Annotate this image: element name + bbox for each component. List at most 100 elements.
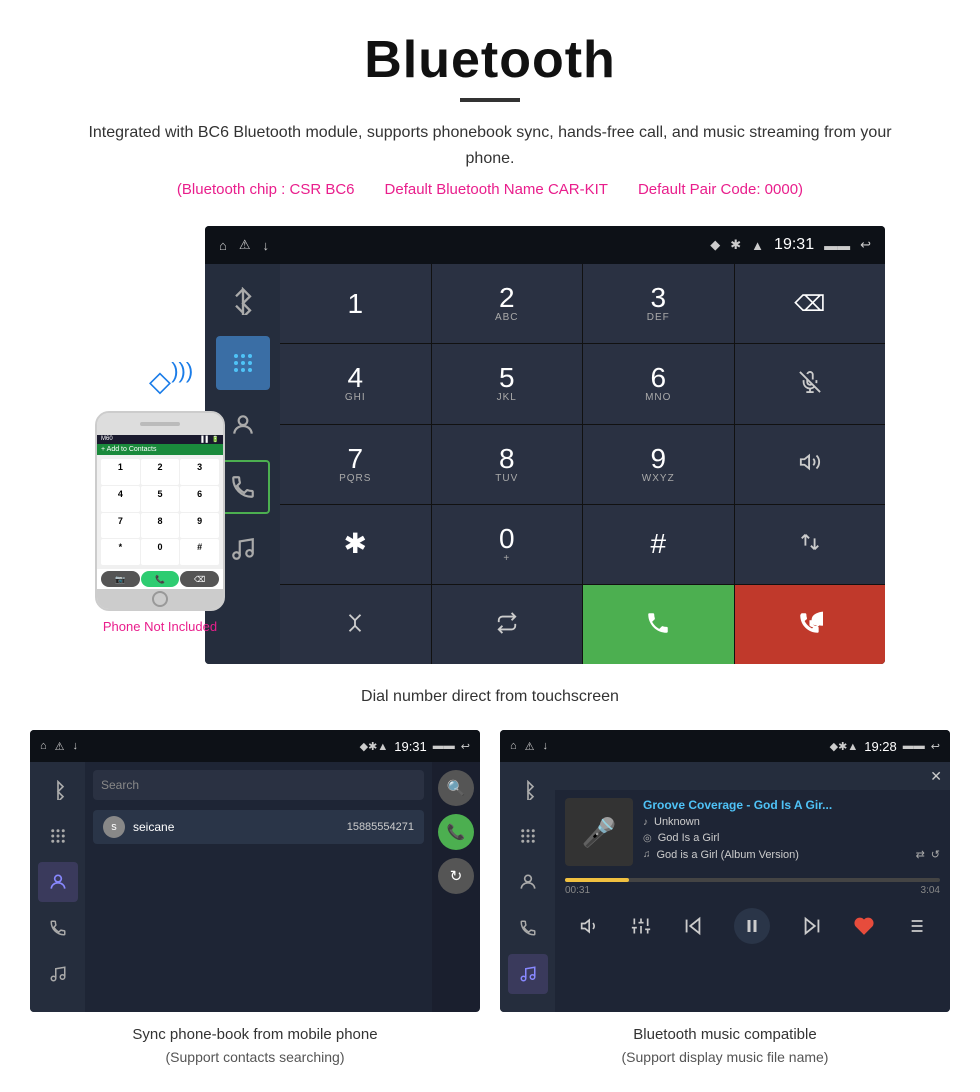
phone-home-btn[interactable] — [152, 591, 168, 607]
repeat-btn[interactable]: ↺ — [931, 848, 940, 861]
mini-back-1[interactable]: ↩ — [461, 740, 470, 753]
phone-key-0[interactable]: 0 — [141, 539, 180, 565]
progress-area: 00:31 3:04 — [555, 874, 950, 900]
warning-icon: ⚠ — [239, 237, 251, 253]
phonebook-search-btn[interactable]: 🔍 — [438, 770, 474, 806]
mini-status-right-2: ◆✱▲ 19:28 ▬▬ ↩ — [830, 739, 940, 754]
phonebook-sidebar — [30, 762, 85, 1012]
dial-letters-0: + — [503, 553, 510, 564]
favorite-btn[interactable] — [854, 916, 874, 936]
music-call-sidebar-icon[interactable] — [508, 908, 548, 948]
wifi-icon: ▲ — [751, 238, 764, 253]
back-icon[interactable]: ↩ — [860, 237, 871, 253]
dial-key-1[interactable]: 1 — [280, 264, 431, 343]
mini-music-sidebar-icon[interactable] — [38, 954, 78, 994]
phonebook-content: Search s seicane 15885554271 🔍 📞 ↻ — [30, 762, 480, 1012]
phone-key-8[interactable]: 8 — [141, 513, 180, 539]
prev-ctrl-btn[interactable] — [682, 915, 704, 937]
dial-key-volume[interactable] — [735, 425, 886, 504]
location-icon: ◆ — [710, 237, 720, 253]
backspace-icon: ⌫ — [794, 293, 825, 315]
contact-row[interactable]: s seicane 15885554271 — [93, 810, 424, 844]
bluetooth-icon: ⬦ — [149, 363, 171, 399]
dial-key-9[interactable]: 9 WXYZ — [583, 425, 734, 504]
shuffle-btn[interactable]: ⇄ — [916, 848, 925, 861]
dial-letters-6: MNO — [645, 392, 671, 403]
album-art: 🎤 — [565, 798, 633, 866]
playlist-btn[interactable] — [905, 916, 925, 936]
car-screen: ⌂ ⚠ ↓ ◆ ✱ ▲ 19:31 ▬▬ ↩ — [205, 226, 885, 664]
mini-home-icon-1[interactable]: ⌂ — [40, 740, 47, 752]
phone-key-hash[interactable]: # — [180, 539, 219, 565]
phone-call-btn[interactable]: 📞 — [141, 571, 180, 587]
bluetooth-icon-area: ⬦ ))) — [149, 363, 171, 401]
phone-key-4[interactable]: 4 — [101, 486, 140, 512]
phone-key-1[interactable]: 1 — [101, 459, 140, 485]
phone-back-btn[interactable]: ⌫ — [180, 571, 219, 587]
dial-key-4[interactable]: 4 GHI — [280, 344, 431, 423]
next-ctrl-btn[interactable] — [801, 915, 823, 937]
dial-key-merge[interactable] — [280, 585, 431, 664]
music-caption-main: Bluetooth music compatible — [622, 1024, 829, 1047]
mini-back-2[interactable]: ↩ — [931, 740, 940, 753]
dial-key-backspace[interactable]: ⌫ — [735, 264, 886, 343]
mini-warning-icon-2: ⚠ — [525, 740, 535, 753]
mini-bt-sidebar-icon[interactable] — [38, 770, 78, 810]
phonebook-refresh-btn[interactable]: ↻ — [438, 858, 474, 894]
phone-key-9[interactable]: 9 — [180, 513, 219, 539]
dial-letters-2: ABC — [495, 312, 519, 323]
page-title: Bluetooth — [60, 30, 920, 90]
music-info-row: 🎤 Groove Coverage - God Is A Gir... ♪ Un… — [555, 790, 950, 874]
play-pause-btn[interactable] — [734, 908, 770, 944]
dial-num-4: 4 — [347, 364, 363, 392]
dial-num-3: 3 — [650, 284, 666, 312]
mini-status-left-2: ⌂ ⚠ ↓ — [510, 740, 548, 753]
music-close-btn[interactable]: ✕ — [930, 768, 942, 785]
mini-dialpad-sidebar-icon[interactable] — [38, 816, 78, 856]
phone-camera-btn[interactable]: 📷 — [101, 571, 140, 587]
dial-key-hash[interactable]: # — [583, 505, 734, 584]
dial-key-7[interactable]: 7 PQRS — [280, 425, 431, 504]
phone-key-3[interactable]: 3 — [180, 459, 219, 485]
dial-key-5[interactable]: 5 JKL — [432, 344, 583, 423]
dial-key-end-call[interactable] — [735, 585, 886, 664]
mini-home-icon-2[interactable]: ⌂ — [510, 740, 517, 752]
mini-time-2: 19:28 — [864, 739, 897, 754]
phone-key-7[interactable]: 7 — [101, 513, 140, 539]
mini-call-sidebar-icon[interactable] — [38, 908, 78, 948]
dial-key-2[interactable]: 2 ABC — [432, 264, 583, 343]
dial-key-swap[interactable] — [735, 505, 886, 584]
progress-bar[interactable] — [565, 878, 940, 882]
phonebook-screen: ⌂ ⚠ ↓ ◆✱▲ 19:31 ▬▬ ↩ — [30, 730, 480, 1012]
mini-contacts-sidebar-icon[interactable] — [38, 862, 78, 902]
music-bt-sidebar-icon[interactable] — [508, 770, 548, 810]
volume-ctrl-btn[interactable] — [580, 916, 600, 936]
music-dialpad-sidebar-icon[interactable] — [508, 816, 548, 856]
dial-num-0: 0 — [499, 525, 515, 553]
mini-warning-icon-1: ⚠ — [55, 740, 65, 753]
dial-key-6[interactable]: 6 MNO — [583, 344, 734, 423]
dial-letters-5: JKL — [497, 392, 517, 403]
spec-code: Default Pair Code: 0000) — [638, 181, 803, 198]
dial-key-8[interactable]: 8 TUV — [432, 425, 583, 504]
phone-key-5[interactable]: 5 — [141, 486, 180, 512]
dial-key-call[interactable] — [583, 585, 734, 664]
phone-key-6[interactable]: 6 — [180, 486, 219, 512]
contact-avatar: s — [103, 816, 125, 838]
phone-key-star[interactable]: * — [101, 539, 140, 565]
dial-key-star[interactable]: ✱ — [280, 505, 431, 584]
dial-key-mute[interactable] — [735, 344, 886, 423]
music-music-sidebar-icon[interactable] — [508, 954, 548, 994]
phone-key-2[interactable]: 2 — [141, 459, 180, 485]
eq-ctrl-btn[interactable] — [631, 916, 651, 936]
search-bar[interactable]: Search — [93, 770, 424, 800]
music-controls — [555, 900, 950, 952]
dial-key-0[interactable]: 0 + — [432, 505, 583, 584]
mini-battery-2: ▬▬ — [903, 740, 925, 752]
dial-key-3[interactable]: 3 DEF — [583, 264, 734, 343]
dial-key-transfer[interactable] — [432, 585, 583, 664]
dial-num-star: ✱ — [344, 530, 367, 558]
phonebook-call-btn[interactable]: 📞 — [438, 814, 474, 850]
music-status-bar: ⌂ ⚠ ↓ ◆✱▲ 19:28 ▬▬ ↩ — [500, 730, 950, 762]
music-contacts-sidebar-icon[interactable] — [508, 862, 548, 902]
